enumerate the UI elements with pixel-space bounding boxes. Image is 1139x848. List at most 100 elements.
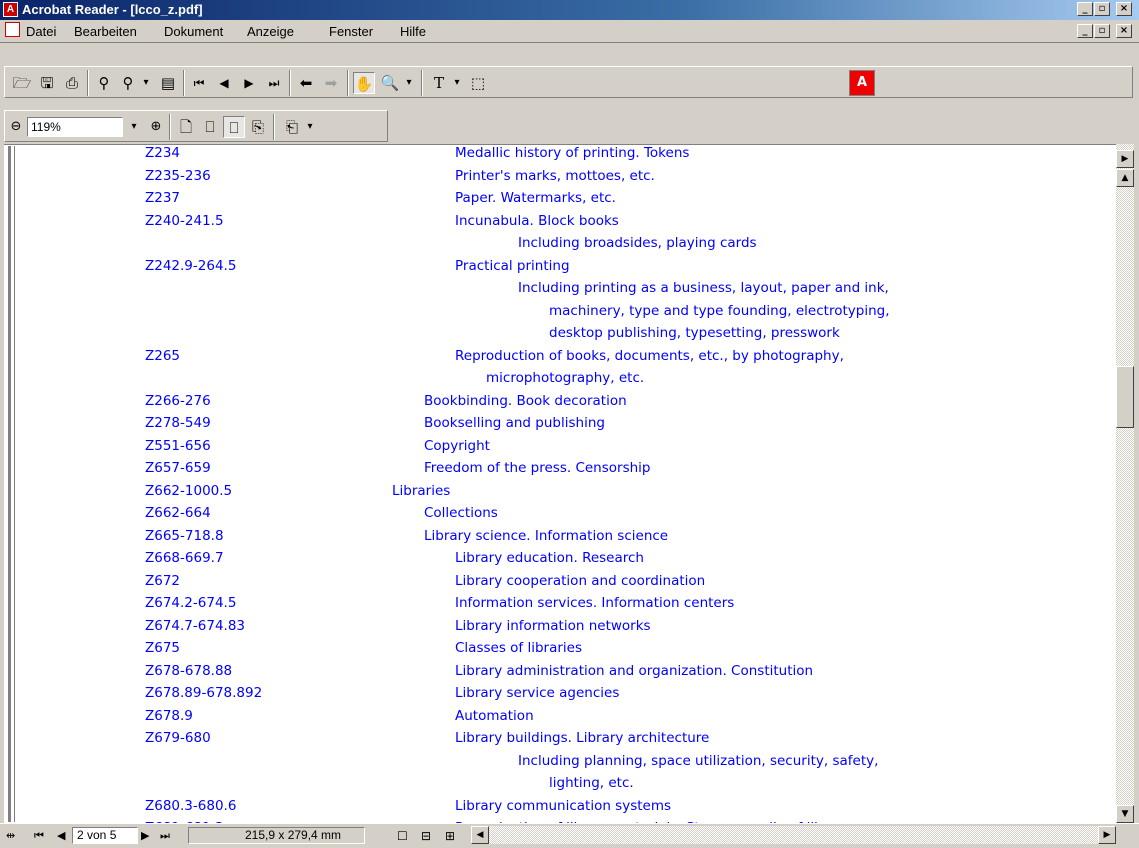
class-description: Library buildings. Library architecture: [455, 730, 710, 746]
scroll-left-icon[interactable]: ◀: [471, 826, 489, 844]
class-code: Z678.9: [145, 707, 193, 724]
page-number-field[interactable]: 2 von 5: [72, 827, 138, 844]
fit-visible-icon[interactable]: ⎘: [247, 116, 269, 138]
graphics-select-tool-icon[interactable]: ⬚: [467, 72, 489, 94]
class-description: Libraries: [392, 482, 451, 499]
doc-maximize-button[interactable]: ▫: [1094, 24, 1110, 38]
horizontal-scrollbar[interactable]: ◀ ▶: [471, 826, 1116, 844]
maximize-button[interactable]: ▫: [1094, 2, 1110, 16]
zoom-dropdown-icon[interactable]: ▾: [127, 116, 141, 138]
adobe-logo-icon[interactable]: A: [849, 70, 875, 96]
class-code: Z665-718.8: [145, 527, 224, 544]
search-dropdown-icon[interactable]: ▾: [139, 72, 153, 94]
print-icon[interactable]: ⎙: [61, 72, 83, 94]
window-title: Acrobat Reader - [lcco_z.pdf]: [22, 2, 203, 17]
menu-hilfe[interactable]: Hilfe: [400, 24, 426, 39]
first-page-icon[interactable]: ⏮: [188, 72, 210, 94]
class-description: Library administration and organization.…: [455, 662, 814, 679]
class-code: Z672: [145, 572, 181, 589]
class-description: Paper. Watermarks, etc.: [455, 190, 616, 206]
rotate-view-icon[interactable]: ⎗: [281, 116, 303, 138]
zoom-tool-dropdown-icon[interactable]: ▾: [402, 72, 416, 94]
status-first-page-icon[interactable]: ⏮: [34, 829, 44, 843]
class-description: Library cooperation and coordination: [455, 572, 706, 589]
vertical-scrollbar[interactable]: ▶ ▲ ▼: [1116, 144, 1134, 823]
status-next-page-icon[interactable]: ▶: [141, 829, 149, 842]
menu-anzeige[interactable]: Anzeige: [247, 24, 294, 39]
go-back-icon[interactable]: ⬅: [295, 72, 317, 94]
save-icon[interactable]: 🖫: [36, 72, 58, 94]
actual-size-icon[interactable]: 🗋: [175, 116, 197, 138]
split-pane-icon[interactable]: ⇹: [6, 829, 15, 842]
rotate-dropdown-icon[interactable]: ▾: [303, 116, 317, 138]
doc-close-button[interactable]: ×: [1116, 24, 1132, 38]
acrobat-app-icon: A: [3, 2, 18, 17]
class-description: Library service agencies: [455, 685, 620, 701]
class-description: desktop publishing, typesetting, presswo…: [549, 325, 840, 341]
hand-tool-icon[interactable]: ✋: [353, 72, 375, 94]
menu-bearbeiten[interactable]: Bearbeiten: [74, 24, 137, 39]
single-page-icon[interactable]: ☐: [397, 829, 408, 843]
show-navigation-pane-icon[interactable]: ▤: [157, 72, 179, 94]
text-select-tool-icon[interactable]: T: [428, 72, 450, 94]
class-description: Medallic history of printing. Tokens: [455, 145, 690, 161]
search-icon[interactable]: ⚲: [117, 72, 139, 94]
zoom-input[interactable]: 119%: [27, 117, 123, 137]
fit-in-window-icon[interactable]: ⎕: [199, 116, 221, 138]
class-code: Z266-276: [145, 392, 211, 409]
class-description: Copyright: [424, 437, 490, 454]
previous-page-icon[interactable]: ◀: [213, 72, 235, 94]
zoom-in-icon[interactable]: ⊕: [145, 116, 167, 138]
scroll-up-icon[interactable]: ▲: [1116, 169, 1134, 187]
continuous-page-icon[interactable]: ⊟: [421, 829, 431, 843]
scroll-down-icon[interactable]: ▼: [1116, 805, 1134, 823]
open-icon[interactable]: 🗁: [11, 72, 33, 94]
last-page-icon[interactable]: ⏭: [263, 72, 285, 94]
vertical-scroll-thumb[interactable]: [1116, 366, 1134, 428]
status-last-page-icon[interactable]: ⏭: [160, 829, 170, 843]
status-previous-page-icon[interactable]: ◀: [57, 829, 65, 842]
document-left-edge: [8, 146, 11, 822]
next-page-icon[interactable]: ▶: [238, 72, 260, 94]
class-description: Freedom of the press. Censorship: [424, 460, 651, 476]
class-description: Automation: [455, 707, 534, 724]
scroll-right-bottom-icon[interactable]: ▶: [1098, 826, 1116, 844]
close-button[interactable]: ×: [1116, 2, 1132, 16]
scroll-right-icon[interactable]: ▶: [1116, 150, 1134, 168]
class-description: Collections: [424, 505, 498, 521]
class-code: Z235-236: [145, 167, 211, 184]
menu-datei[interactable]: Datei: [26, 24, 56, 39]
class-description: Including broadsides, playing cards: [518, 235, 757, 251]
pdf-document-icon[interactable]: [5, 22, 20, 37]
fit-width-icon[interactable]: ⎕: [223, 116, 245, 138]
class-code: Z674.2-674.5: [145, 595, 237, 611]
page-size-display: 215,9 x 279,4 mm: [188, 827, 365, 844]
class-description: Bookbinding. Book decoration: [424, 392, 627, 409]
class-description: Classes of libraries: [455, 640, 582, 656]
class-code: Z662-1000.5: [145, 482, 233, 499]
class-description: Including planning, space utilization, s…: [518, 752, 879, 769]
class-code: Z675: [145, 640, 181, 656]
class-code: Z662-664: [145, 505, 211, 521]
find-icon[interactable]: ⚲: [93, 72, 115, 94]
go-forward-icon[interactable]: ➡: [320, 72, 342, 94]
class-description: Including printing as a business, layout…: [518, 280, 889, 296]
class-code: Z680.3-680.6: [145, 797, 237, 814]
class-description: Library communication systems: [455, 797, 672, 814]
doc-minimize-button[interactable]: _: [1077, 24, 1093, 38]
minimize-button[interactable]: _: [1077, 2, 1093, 16]
facing-pages-icon[interactable]: ⊞: [445, 829, 455, 843]
class-code: Z234: [145, 145, 181, 161]
class-code: Z678.89-678.892: [145, 685, 263, 701]
class-description: Library information networks: [455, 617, 651, 634]
class-code: Z278-549: [145, 415, 211, 431]
class-code: Z668-669.7: [145, 550, 224, 566]
class-description: Library science. Information science: [424, 527, 669, 544]
menu-fenster[interactable]: Fenster: [329, 24, 373, 39]
menu-dokument[interactable]: Dokument: [164, 24, 223, 39]
zoom-out-icon[interactable]: ⊖: [5, 116, 27, 138]
text-select-dropdown-icon[interactable]: ▾: [450, 72, 464, 94]
class-code: Z657-659: [145, 460, 211, 476]
class-code: Z674.7-674.83: [145, 617, 246, 634]
zoom-in-tool-icon[interactable]: 🔍: [379, 72, 401, 94]
